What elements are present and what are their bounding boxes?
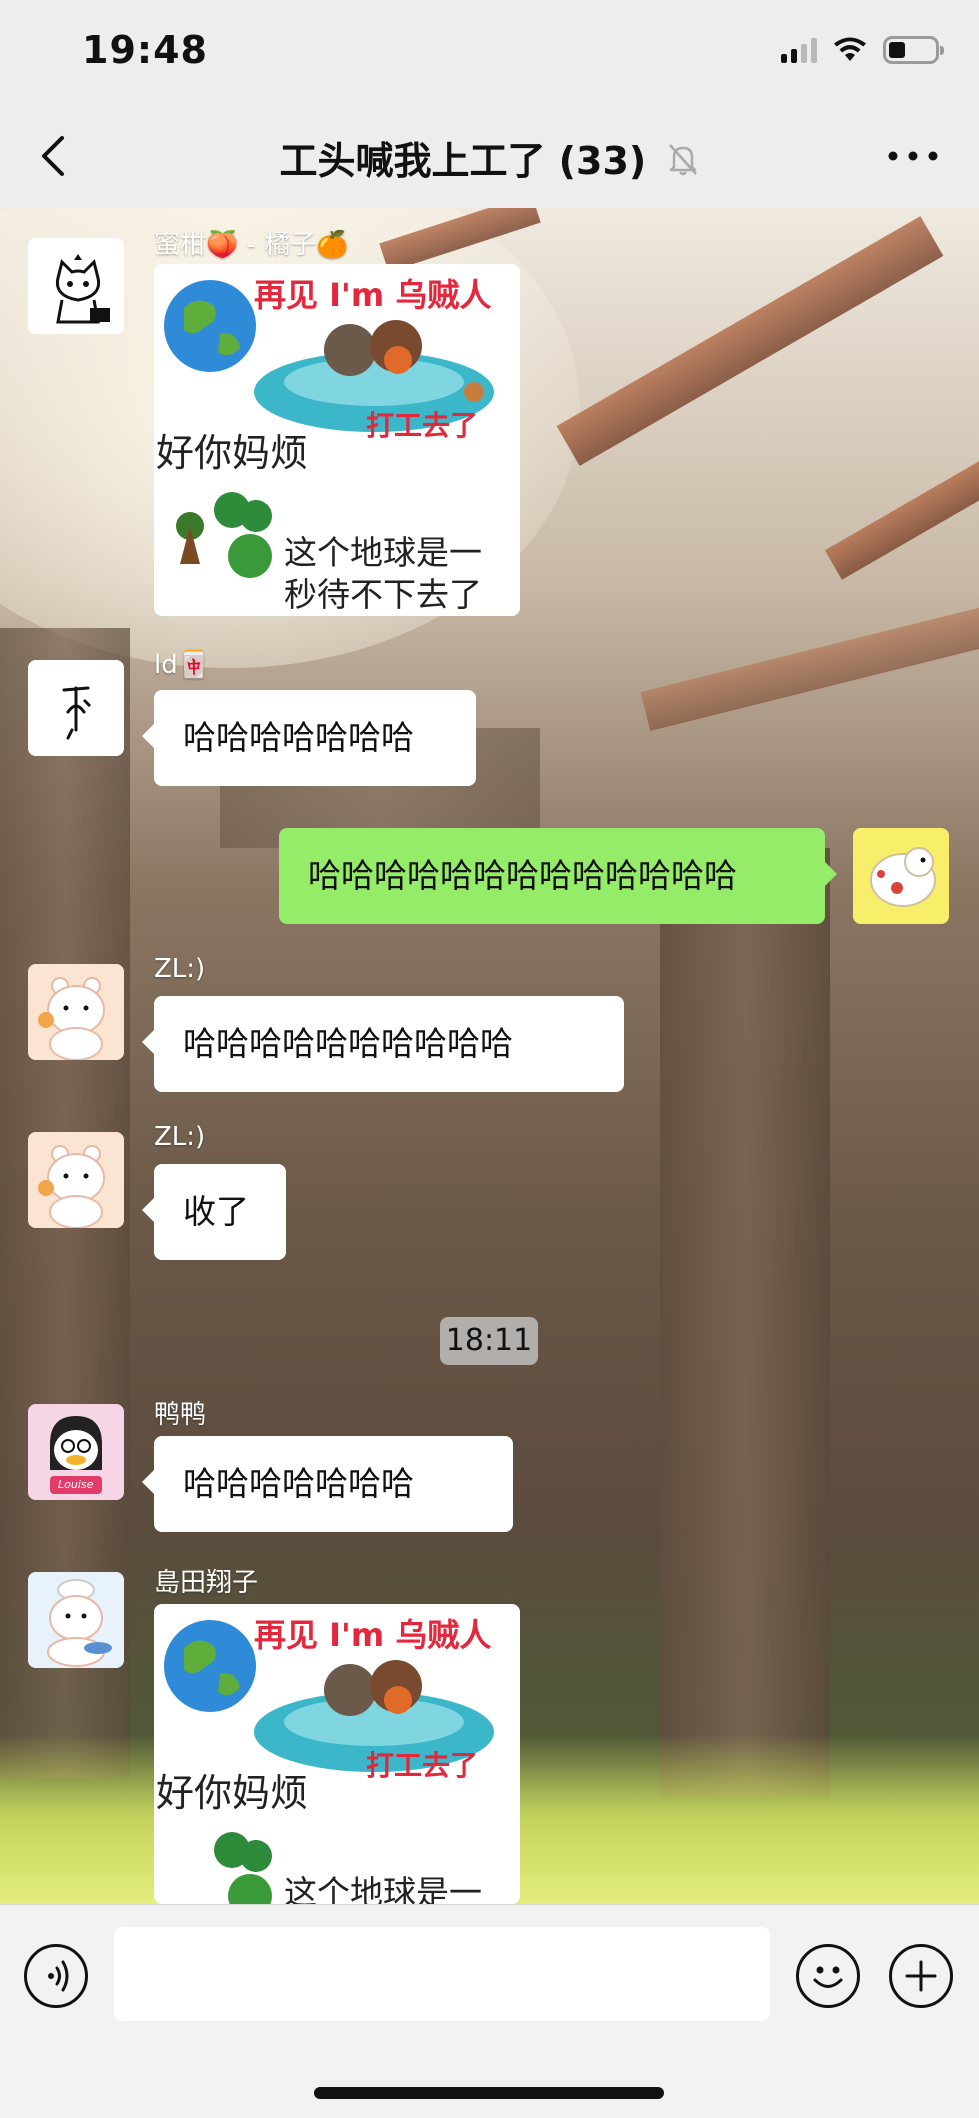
sticker-caption-top: 再见 I'm 乌贼人 xyxy=(254,276,492,314)
sticker-message[interactable]: 再见 I'm 乌贼人 好你妈烦 打工去了 这个地球是一 秒待不下去了 xyxy=(154,264,520,616)
more-button[interactable] xyxy=(883,134,943,178)
signal-icon xyxy=(781,37,817,63)
sticker-caption-red: 打工去了 xyxy=(366,409,479,442)
status-icons xyxy=(781,36,944,64)
cartoon-animal-icon xyxy=(853,828,949,924)
sticker-caption-bottom-2: 秒待不下去了 xyxy=(284,575,482,614)
sender-name: ZL:) xyxy=(154,954,206,984)
sticker-message[interactable]: 再见 I'm 乌贼人 好你妈烦 打工去了 这个地球是一 xyxy=(154,1604,520,1904)
avatar[interactable] xyxy=(28,660,124,756)
plus-icon xyxy=(905,1960,937,1992)
my-message-bubble[interactable]: 哈哈哈哈哈哈哈哈哈哈哈哈哈 xyxy=(279,828,837,924)
sticker-caption-top: 再见 I'm 乌贼人 xyxy=(254,1616,492,1654)
message-bubble[interactable]: 收了 xyxy=(142,1164,286,1260)
avatar[interactable] xyxy=(28,964,124,1060)
sender-name: ZL:) xyxy=(154,1122,206,1152)
sticker-caption-red: 打工去了 xyxy=(366,1749,479,1782)
sender-name: 島田翔子 xyxy=(154,1568,259,1598)
message-bubble[interactable]: 哈哈哈哈哈哈哈哈哈哈 xyxy=(142,996,624,1092)
muted-bell-icon xyxy=(666,141,700,186)
voice-button[interactable] xyxy=(24,1944,88,2008)
bear-chef-icon xyxy=(28,1572,124,1668)
sender-name: 蜜柑🍑 - 橘子🍊 xyxy=(154,230,349,260)
emoji-button[interactable] xyxy=(796,1944,860,2008)
pink-bear-icon xyxy=(28,964,124,1060)
sender-name: ld🀄 xyxy=(154,650,211,680)
chat-area[interactable]: 蜜柑🍑 - 橘子🍊 再见 I'm 乌贼人 好你妈烦 打工去了 这个地球是一 秒待… xyxy=(0,208,979,1904)
wifi-icon xyxy=(834,37,866,61)
top-bar: 19:48 工头喊我上工了 (33) xyxy=(0,0,979,208)
cat-doodle-icon xyxy=(28,238,124,334)
chat-title-bar: 工头喊我上工了 (33) xyxy=(0,130,979,186)
input-bar xyxy=(0,1904,979,2118)
avatar[interactable] xyxy=(28,1572,124,1668)
status-time: 19:48 xyxy=(82,28,208,72)
more-actions-button[interactable] xyxy=(889,1944,953,2008)
background-beam xyxy=(640,605,979,731)
pink-bear-icon xyxy=(28,1132,124,1228)
avatar[interactable]: Louise xyxy=(28,1404,124,1500)
background-beam xyxy=(556,216,944,466)
avatar-label: Louise xyxy=(58,1478,94,1491)
avatar[interactable] xyxy=(28,1132,124,1228)
sticker-caption-middle: 好你妈烦 xyxy=(156,1771,309,1815)
background-pillar xyxy=(660,848,830,1798)
avatar[interactable] xyxy=(28,238,124,334)
sticker-caption-middle: 好你妈烦 xyxy=(156,431,309,475)
background-beam xyxy=(824,450,979,580)
ellipsis-icon xyxy=(888,151,938,161)
my-avatar[interactable] xyxy=(853,828,949,924)
sticker-caption-bottom-1: 这个地球是一 xyxy=(284,1873,482,1904)
emoji-icon xyxy=(813,1966,843,1988)
sticker-caption-bottom-1: 这个地球是一 xyxy=(284,533,482,572)
home-indicator xyxy=(314,2087,664,2099)
message-input[interactable] xyxy=(114,1927,770,2021)
battery-icon xyxy=(883,36,944,64)
sender-name: 鸭鸭 xyxy=(154,1400,207,1430)
voice-icon xyxy=(48,1960,69,1992)
sketch-figure-icon xyxy=(28,660,124,756)
message-bubble[interactable]: 哈哈哈哈哈哈哈 xyxy=(142,1436,513,1532)
message-bubble[interactable]: 哈哈哈哈哈哈哈 xyxy=(142,690,476,786)
chat-title: 工头喊我上工了 (33) xyxy=(279,139,647,183)
timestamp-chip: 18:11 xyxy=(440,1317,538,1365)
